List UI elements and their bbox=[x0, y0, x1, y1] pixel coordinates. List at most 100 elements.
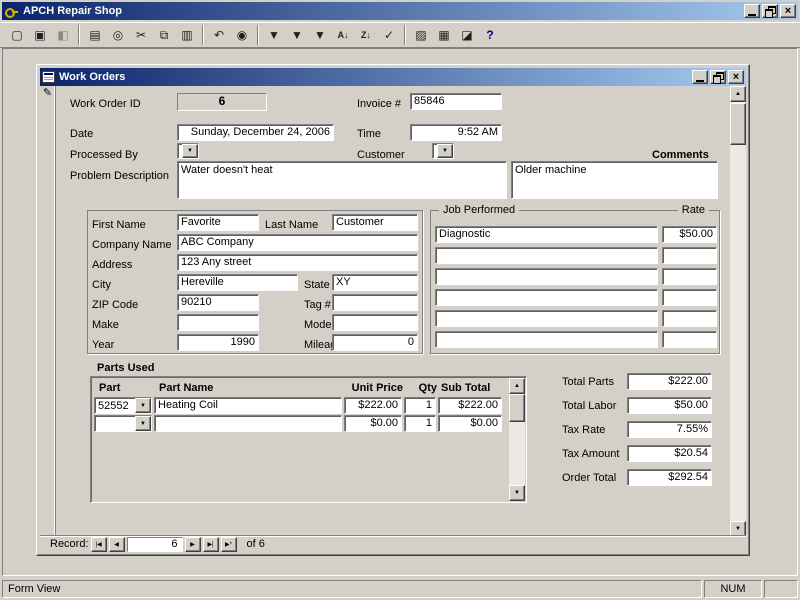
dropdown-button[interactable]: ▼ bbox=[182, 144, 198, 158]
app-close-button[interactable]: × bbox=[780, 4, 796, 18]
model-field[interactable] bbox=[332, 314, 418, 331]
invoice-field[interactable]: 85846 bbox=[410, 93, 502, 110]
toolbar-glyph: ◉ bbox=[236, 28, 248, 42]
part-name-field[interactable] bbox=[154, 415, 342, 432]
qty-field[interactable]: 1 bbox=[404, 397, 436, 414]
year-field[interactable]: 1990 bbox=[177, 334, 259, 351]
save-icon[interactable]: ◧ bbox=[52, 24, 74, 46]
state-field[interactable]: XY bbox=[332, 274, 418, 291]
job-rate-field[interactable] bbox=[662, 289, 717, 306]
unit-price-field[interactable]: $222.00 bbox=[344, 397, 402, 414]
job-rate-field[interactable] bbox=[662, 268, 717, 285]
spelling-icon[interactable]: ✓ bbox=[378, 24, 400, 46]
next-record-button[interactable]: ▶ bbox=[184, 536, 201, 552]
customer-combobox[interactable]: 5585 ▼ bbox=[432, 143, 454, 159]
child-title: Work Orders bbox=[59, 71, 126, 83]
child-restore-button[interactable] bbox=[710, 70, 726, 84]
time-field[interactable]: 9:52 AM bbox=[410, 124, 502, 141]
parts-used-label: Parts Used bbox=[97, 362, 155, 374]
first-record-button[interactable]: |◀ bbox=[90, 536, 107, 552]
first-name-field[interactable]: Favorite bbox=[177, 214, 259, 231]
scrollbar-thumb[interactable] bbox=[730, 103, 746, 145]
qty-field[interactable]: 1 bbox=[404, 415, 436, 432]
job-description-field[interactable] bbox=[435, 289, 658, 306]
part-number-combo[interactable]: ▼ bbox=[94, 415, 152, 432]
processed-by-combobox[interactable]: Kaye, Pip ▼ bbox=[177, 143, 199, 159]
form-scrollbar[interactable]: ▲ ▼ bbox=[730, 86, 746, 537]
apply-filter-icon[interactable]: ▼ bbox=[309, 24, 331, 46]
parts-scrollbar[interactable]: ▲ ▼ bbox=[509, 378, 525, 501]
scroll-up-icon[interactable]: ▲ bbox=[509, 378, 525, 394]
cut-icon[interactable]: ✂ bbox=[130, 24, 152, 46]
toolbar-glyph: ▦ bbox=[438, 28, 450, 42]
record-selector[interactable]: ✎ bbox=[40, 86, 56, 537]
scrollbar-thumb[interactable] bbox=[509, 394, 525, 422]
dropdown-button[interactable]: ▼ bbox=[437, 144, 453, 158]
scroll-down-icon[interactable]: ▼ bbox=[509, 485, 525, 501]
child-title-bar[interactable]: Work Orders × bbox=[40, 68, 746, 86]
database-window-icon[interactable]: ▦ bbox=[433, 24, 455, 46]
current-record-field[interactable]: 6 bbox=[126, 536, 183, 552]
undo-icon[interactable]: ↶ bbox=[208, 24, 230, 46]
total-parts-field[interactable]: $222.00 bbox=[627, 373, 712, 390]
work-order-id-field[interactable]: 6 bbox=[177, 93, 267, 111]
sort-ascending-icon[interactable]: A↓ bbox=[332, 24, 354, 46]
new-object-icon[interactable]: ◪ bbox=[456, 24, 478, 46]
sort-descending-icon[interactable]: Z↓ bbox=[355, 24, 377, 46]
previous-record-button[interactable]: ◀ bbox=[108, 536, 125, 552]
job-description-field[interactable] bbox=[435, 331, 658, 348]
app-minimize-button[interactable] bbox=[744, 4, 760, 18]
company-name-field[interactable]: ABC Company bbox=[177, 234, 418, 251]
last-name-field[interactable]: Customer bbox=[332, 214, 418, 231]
job-description-field[interactable] bbox=[435, 247, 658, 264]
sub-total-field[interactable]: $0.00 bbox=[438, 415, 502, 432]
job-rate-field[interactable] bbox=[662, 331, 717, 348]
dropdown-button[interactable]: ▼ bbox=[135, 416, 151, 431]
job-rate-field[interactable] bbox=[662, 310, 717, 327]
print-preview-icon[interactable]: ◎ bbox=[107, 24, 129, 46]
filter-by-selection-icon[interactable]: ▼ bbox=[263, 24, 285, 46]
print-icon[interactable]: ▤ bbox=[84, 24, 106, 46]
dropdown-button[interactable]: ▼ bbox=[135, 398, 151, 413]
toolbar-group: ↶ ◉ bbox=[208, 24, 253, 46]
comments-field[interactable]: Older machine bbox=[511, 161, 718, 199]
open-icon[interactable]: ▣ bbox=[29, 24, 51, 46]
date-field[interactable]: Sunday, December 24, 2006 bbox=[177, 124, 334, 141]
app-restore-button[interactable] bbox=[762, 4, 778, 18]
scroll-up-icon[interactable]: ▲ bbox=[730, 86, 746, 102]
job-rate-field[interactable]: $50.00 bbox=[662, 226, 717, 243]
chevron-down-icon: ▼ bbox=[140, 420, 146, 427]
find-icon[interactable]: ◉ bbox=[231, 24, 253, 46]
tag-number-field[interactable] bbox=[332, 294, 418, 311]
job-description-field[interactable]: Diagnostic bbox=[435, 226, 658, 243]
tax-amount-field[interactable]: $20.54 bbox=[627, 445, 712, 462]
total-labor-field[interactable]: $50.00 bbox=[627, 397, 712, 414]
properties-icon[interactable]: ▨ bbox=[410, 24, 432, 46]
child-close-button[interactable]: × bbox=[728, 70, 744, 84]
order-total-field[interactable]: $292.54 bbox=[627, 469, 712, 486]
filter-by-form-icon[interactable]: ▼ bbox=[286, 24, 308, 46]
toolbar-glyph: ▨ bbox=[415, 28, 427, 42]
tax-rate-field[interactable]: 7.55% bbox=[627, 421, 712, 438]
part-name-field[interactable]: Heating Coil bbox=[154, 397, 342, 414]
address-field[interactable]: 123 Any street bbox=[177, 254, 418, 271]
new-icon[interactable]: ▢ bbox=[6, 24, 28, 46]
problem-description-field[interactable]: Water doesn't heat bbox=[177, 161, 507, 199]
job-rate-field[interactable] bbox=[662, 247, 717, 264]
new-record-button[interactable]: ▶* bbox=[220, 536, 237, 552]
mileage-field[interactable]: 0 bbox=[332, 334, 418, 351]
part-number-combo[interactable]: 52552 ▼ bbox=[94, 397, 152, 414]
last-record-button[interactable]: ▶| bbox=[202, 536, 219, 552]
job-description-field[interactable] bbox=[435, 268, 658, 285]
child-minimize-button[interactable] bbox=[692, 70, 708, 84]
unit-price-field[interactable]: $0.00 bbox=[344, 415, 402, 432]
make-field[interactable] bbox=[177, 314, 259, 331]
toolbar-glyph: ◪ bbox=[461, 28, 473, 42]
job-description-field[interactable] bbox=[435, 310, 658, 327]
paste-icon[interactable]: ▥ bbox=[176, 24, 198, 46]
city-field[interactable]: Hereville bbox=[177, 274, 298, 291]
help-icon[interactable]: ? bbox=[479, 24, 501, 46]
zip-code-field[interactable]: 90210 bbox=[177, 294, 259, 311]
copy-icon[interactable]: ⧉ bbox=[153, 24, 175, 46]
sub-total-field[interactable]: $222.00 bbox=[438, 397, 502, 414]
